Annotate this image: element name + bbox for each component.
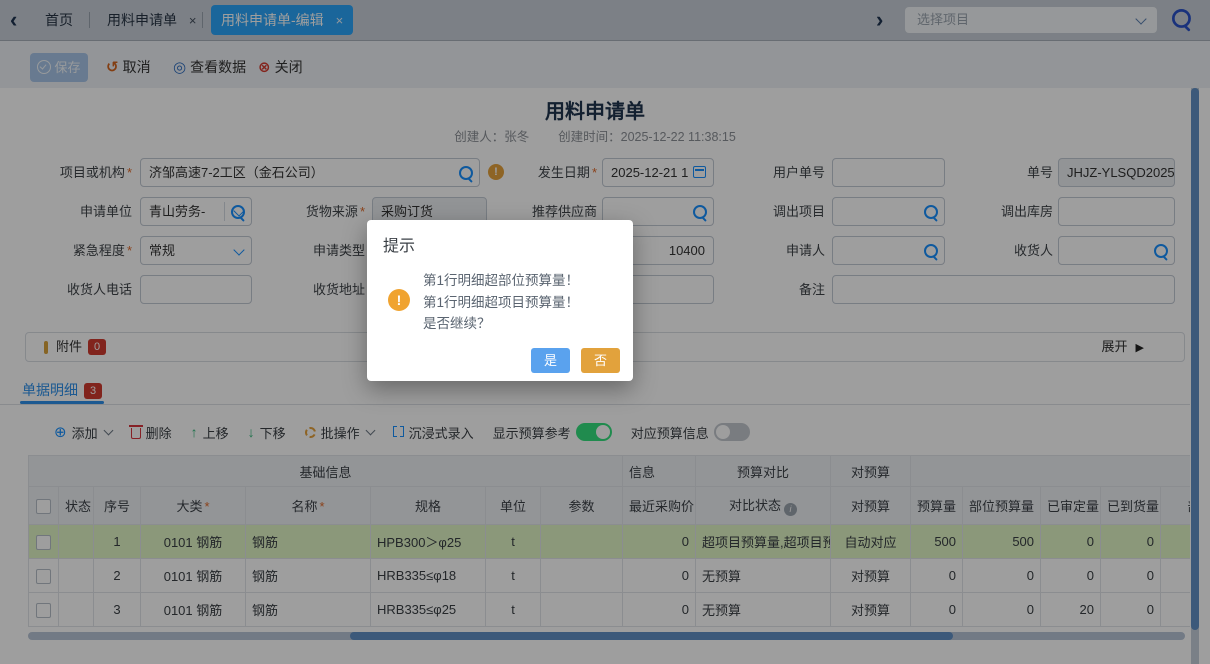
app-root: ‹ 首页 用料申请单 × 用料申请单-编辑 × › 选择项目 保存 ↺ 取消 ◎ 查…: [0, 0, 1210, 664]
message-line: 是否继续？: [423, 316, 491, 331]
alert-dialog: 提示 ! 第1行明细超部位预算量！ 第1行明细超项目预算量！ 是否继续？ 是 否: [367, 220, 633, 381]
message-line: 第1行明细超部位预算量！: [423, 273, 580, 288]
yes-button[interactable]: 是: [531, 348, 570, 373]
dialog-title: 提示: [383, 238, 416, 255]
dialog-message: 第1行明细超部位预算量！ 第1行明细超项目预算量！ 是否继续？: [423, 270, 579, 335]
no-button[interactable]: 否: [581, 348, 620, 373]
message-line: 第1行明细超项目预算量！: [423, 294, 580, 310]
warning-icon: !: [388, 289, 410, 311]
